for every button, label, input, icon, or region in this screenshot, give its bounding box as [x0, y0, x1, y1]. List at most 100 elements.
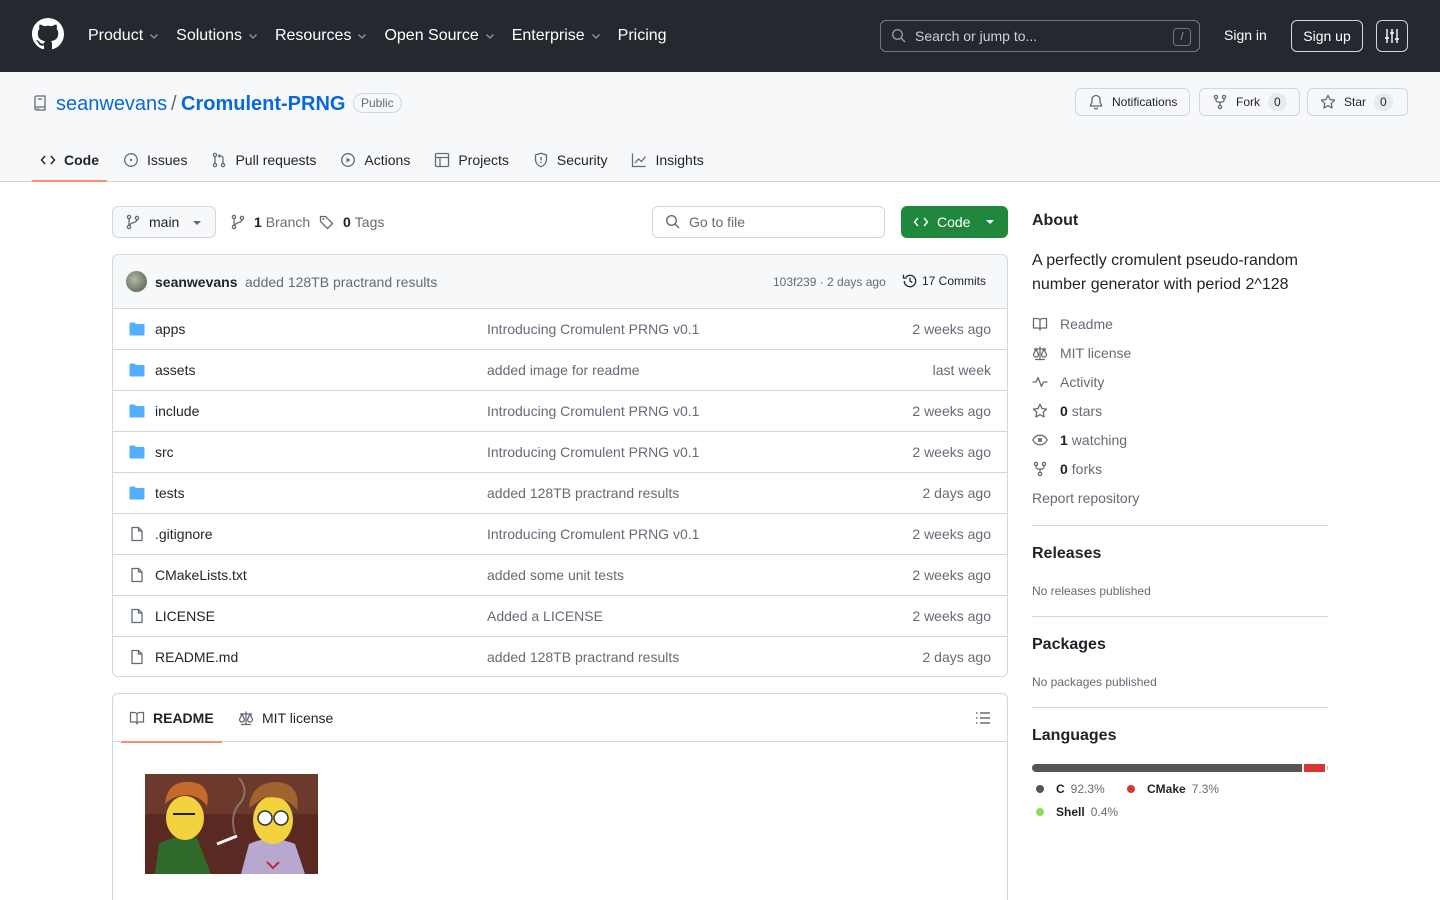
forks-link[interactable]: 0 forks — [1032, 461, 1102, 477]
tab-code[interactable]: Code — [32, 138, 107, 182]
chevron-down-icon — [249, 34, 257, 39]
nav-open-source[interactable]: Open Source — [384, 27, 495, 45]
file-name-link[interactable]: README.md — [155, 649, 238, 665]
latest-commit-bar: seanwevans added 128TB practrand results… — [113, 255, 1007, 309]
license-tab[interactable]: MIT license — [238, 694, 333, 742]
history-icon — [902, 274, 917, 288]
report-repository-link[interactable]: Report repository — [1032, 490, 1139, 506]
git-branch-icon — [126, 214, 140, 230]
readme-tab[interactable]: README — [121, 694, 222, 743]
file-commit-message-link[interactable]: added 128TB practrand results — [487, 649, 679, 665]
languages-heading: Languages — [1032, 727, 1117, 744]
file-name-link[interactable]: assets — [155, 362, 195, 378]
fork-button[interactable]: Fork 0 — [1199, 88, 1300, 116]
star-button[interactable]: Star 0 — [1307, 88, 1408, 116]
repo-owner-link[interactable]: seanwevans — [56, 93, 167, 116]
global-search-input[interactable]: Search or jump to... / — [880, 20, 1200, 52]
book-icon — [129, 711, 145, 725]
stars-count: 0 — [1060, 403, 1068, 419]
file-commit-message-link[interactable]: Added a LICENSE — [487, 608, 603, 624]
notifications-button[interactable]: Notifications — [1075, 88, 1191, 116]
star-icon — [1032, 403, 1048, 418]
code-dropdown-button[interactable]: Code — [901, 206, 1008, 238]
watching-link[interactable]: 1 watching — [1032, 432, 1127, 448]
nav-product[interactable]: Product — [88, 27, 160, 45]
file-commit-date: 2 weeks ago — [912, 608, 991, 624]
file-name-link[interactable]: LICENSE — [155, 608, 215, 624]
branches-link[interactable]: 1 Branch — [230, 214, 310, 230]
tab-security[interactable]: Security — [525, 138, 616, 182]
table-row[interactable]: apps Introducing Cromulent PRNG v0.1 2 wee… — [113, 309, 1007, 350]
releases-heading[interactable]: Releases — [1032, 545, 1101, 563]
tags-link[interactable]: 0 Tags — [319, 214, 384, 230]
file-commit-message-link[interactable]: Introducing Cromulent PRNG v0.1 — [487, 321, 699, 337]
commit-hash-time[interactable]: 103f239 · 2 days ago — [773, 275, 886, 289]
chevron-down-icon — [591, 34, 600, 39]
language-item[interactable]: Shell 0.4% — [1036, 805, 1118, 819]
sign-in-link[interactable]: Sign in — [1224, 27, 1267, 43]
file-name-link[interactable]: src — [155, 444, 174, 460]
readme-link[interactable]: Readme — [1032, 316, 1113, 332]
settings-menu-button[interactable] — [1376, 20, 1408, 52]
table-row[interactable]: README.md added 128TB practrand results 2 … — [113, 637, 1007, 676]
table-row[interactable]: src Introducing Cromulent PRNG v0.1 2 week… — [113, 432, 1007, 473]
nav-enterprise[interactable]: Enterprise — [512, 27, 602, 45]
language-item[interactable]: CMake 7.3% — [1127, 782, 1219, 796]
activity-link[interactable]: Activity — [1032, 374, 1104, 390]
file-commit-date: 2 weeks ago — [912, 526, 991, 542]
tab-projects[interactable]: Projects — [426, 138, 517, 182]
sign-up-button[interactable]: Sign up — [1291, 20, 1363, 52]
table-row[interactable]: LICENSE Added a LICENSE 2 weeks ago — [113, 596, 1007, 637]
tab-insights[interactable]: Insights — [623, 138, 711, 182]
file-commit-message-link[interactable]: added 128TB practrand results — [487, 485, 679, 501]
license-link[interactable]: MIT license — [1032, 345, 1131, 361]
table-row[interactable]: include Introducing Cromulent PRNG v0.1 2 … — [113, 391, 1007, 432]
file-commit-message-link[interactable]: added some unit tests — [487, 567, 624, 583]
global-header: Product Solutions Resources Open Source … — [0, 0, 1440, 72]
file-name-link[interactable]: .gitignore — [155, 526, 213, 542]
nav-pricing[interactable]: Pricing — [618, 27, 667, 45]
file-name-link[interactable]: apps — [155, 321, 185, 337]
packages-heading[interactable]: Packages — [1032, 636, 1106, 654]
commit-author-link[interactable]: seanwevans — [155, 274, 238, 290]
commits-count: 17 Commits — [922, 274, 987, 288]
list-unordered-icon[interactable] — [975, 710, 991, 726]
visibility-badge: Public — [353, 93, 402, 113]
tab-issues[interactable]: Issues — [115, 138, 195, 182]
avatar[interactable] — [126, 271, 147, 292]
about-description: A perfectly cromulent pseudo-random numb… — [1032, 252, 1298, 293]
repo-name-link[interactable]: Cromulent-PRNG — [181, 93, 345, 116]
branch-label: Branch — [265, 214, 311, 230]
file-commit-message-link[interactable]: Introducing Cromulent PRNG v0.1 — [487, 444, 699, 460]
stars-link[interactable]: 0 stars — [1032, 403, 1102, 419]
commits-history-link[interactable]: 17 Commits — [902, 273, 986, 289]
tab-label: Actions — [364, 152, 411, 168]
branch-select-button[interactable]: main — [112, 206, 216, 238]
file-icon — [131, 608, 143, 624]
file-commit-message-link[interactable]: added image for readme — [487, 362, 640, 378]
table-row[interactable]: tests added 128TB practrand results 2 days… — [113, 473, 1007, 514]
notifications-label: Notifications — [1112, 95, 1178, 109]
commit-message-link[interactable]: added 128TB practrand results — [245, 274, 437, 290]
search-icon — [891, 28, 906, 43]
file-name-link[interactable]: CMakeLists.txt — [155, 567, 247, 583]
language-percent: 92.3% — [1070, 782, 1105, 796]
file-name-link[interactable]: tests — [155, 485, 185, 501]
table-row[interactable]: .gitignore Introducing Cromulent PRNG v0.… — [113, 514, 1007, 555]
file-commit-message-link[interactable]: Introducing Cromulent PRNG v0.1 — [487, 526, 699, 542]
go-to-file-input[interactable]: Go to file — [652, 206, 885, 238]
file-name-link[interactable]: include — [155, 403, 199, 419]
tag-label: Tags — [354, 214, 385, 230]
language-item[interactable]: C 92.3% — [1036, 782, 1105, 796]
nav-resources[interactable]: Resources — [275, 27, 368, 45]
table-row[interactable]: assets added image for readme last week — [113, 350, 1007, 391]
github-logo-icon[interactable] — [32, 18, 64, 50]
tab-actions[interactable]: Actions — [332, 138, 418, 182]
fork-icon — [1213, 94, 1227, 110]
tab-label: Code — [64, 152, 99, 168]
file-commit-message-link[interactable]: Introducing Cromulent PRNG v0.1 — [487, 403, 699, 419]
law-icon — [238, 711, 254, 726]
tab-pull-requests[interactable]: Pull requests — [203, 138, 324, 182]
table-row[interactable]: CMakeLists.txt added some unit tests 2 wee… — [113, 555, 1007, 596]
nav-solutions[interactable]: Solutions — [176, 27, 259, 45]
